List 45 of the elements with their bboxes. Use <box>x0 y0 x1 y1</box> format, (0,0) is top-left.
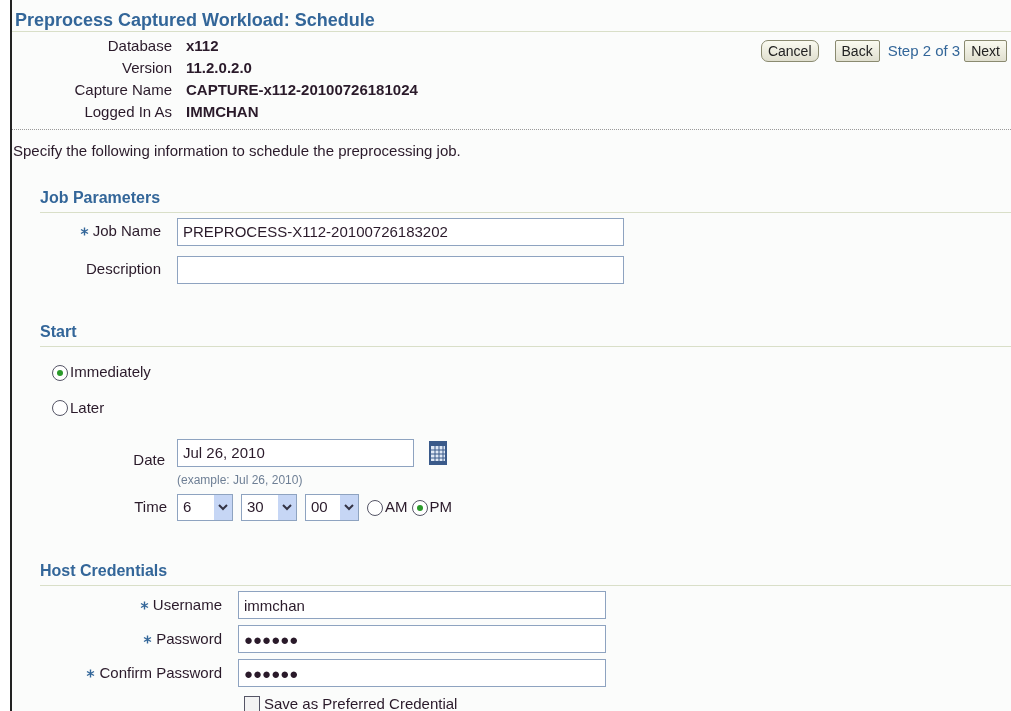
input-field[interactable]: immchan <box>238 591 606 619</box>
field-label: Capture Name <box>73 80 172 100</box>
field-label: Job Name <box>92 221 161 242</box>
step-indicator: Step 2 of 3 <box>887 41 961 61</box>
input-field[interactable] <box>177 255 624 284</box>
checkbox[interactable] <box>244 696 260 711</box>
radio-label: Later <box>70 397 105 418</box>
dropdown[interactable]: 6 <box>177 494 233 521</box>
field-label: Date <box>132 449 166 470</box>
date-field[interactable]: Jul 26, 2010 <box>177 438 414 467</box>
radio-button[interactable] <box>52 364 68 381</box>
checkbox-label: Save as Preferred Credential <box>264 694 458 711</box>
back-button[interactable]: Back <box>834 40 880 63</box>
radio-label: AM <box>385 497 408 518</box>
input-field[interactable]: ●●●●●● <box>238 625 606 653</box>
field-label: Confirm Password <box>99 662 222 683</box>
field-value: 11.2.0.2.0 <box>186 58 253 78</box>
field-value: CAPTURE-x112-20100726181024 <box>186 80 418 100</box>
field-label: Description <box>85 259 161 280</box>
cancel-button[interactable]: Cancel <box>760 40 819 63</box>
radio-button[interactable] <box>52 400 68 416</box>
field-value: x112 <box>186 36 220 56</box>
field-label: Database <box>106 36 172 56</box>
field-value: IMMCHAN <box>186 102 260 122</box>
instructions-text: Specify the following information to schedule the preprocessing job. <box>13 141 462 161</box>
input-field[interactable]: ●●●●●● <box>238 659 606 687</box>
dropdown[interactable]: 30 <box>241 494 297 521</box>
radio-label: Immediately <box>70 362 151 383</box>
section-heading: Job Parameters <box>40 185 1011 213</box>
field-label: Time <box>133 497 168 518</box>
field-label: Version <box>120 58 172 78</box>
radio-label: PM <box>429 497 452 518</box>
field-label: Username <box>152 594 222 615</box>
radio-button[interactable] <box>411 499 428 516</box>
hint-text: (example: Jul 26, 2010) <box>177 472 304 489</box>
section-heading: Host Credentials <box>40 559 1011 586</box>
calendar-icon[interactable] <box>428 439 448 466</box>
dropdown[interactable]: 00 <box>305 494 359 521</box>
radio-button[interactable] <box>367 499 383 516</box>
next-button[interactable]: Next <box>964 40 1007 63</box>
field-label: Logged In As <box>83 102 172 122</box>
field-label: Password <box>156 628 222 649</box>
input-field[interactable]: PREPROCESS-X112-20100726183202 <box>177 217 624 246</box>
section-heading: Start <box>40 319 1011 347</box>
page-title: Preprocess Captured Workload: Schedule <box>12 0 1011 32</box>
